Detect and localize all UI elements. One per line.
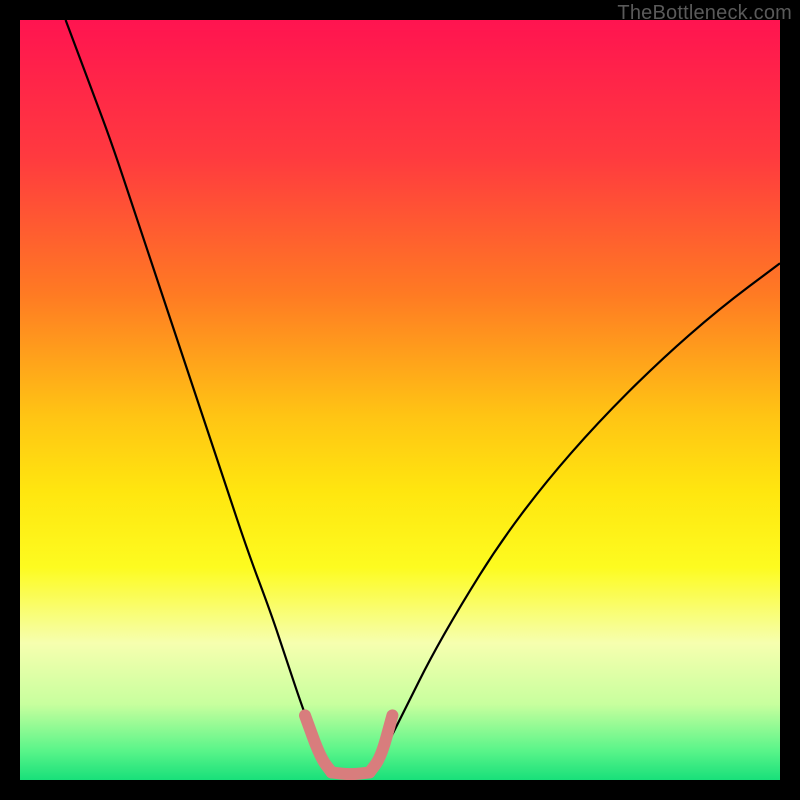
watermark-text: TheBottleneck.com	[617, 2, 792, 25]
plot-area	[20, 20, 780, 780]
chart-svg	[20, 20, 780, 780]
gradient-background	[20, 20, 780, 780]
chart-frame: TheBottleneck.com	[0, 0, 800, 800]
